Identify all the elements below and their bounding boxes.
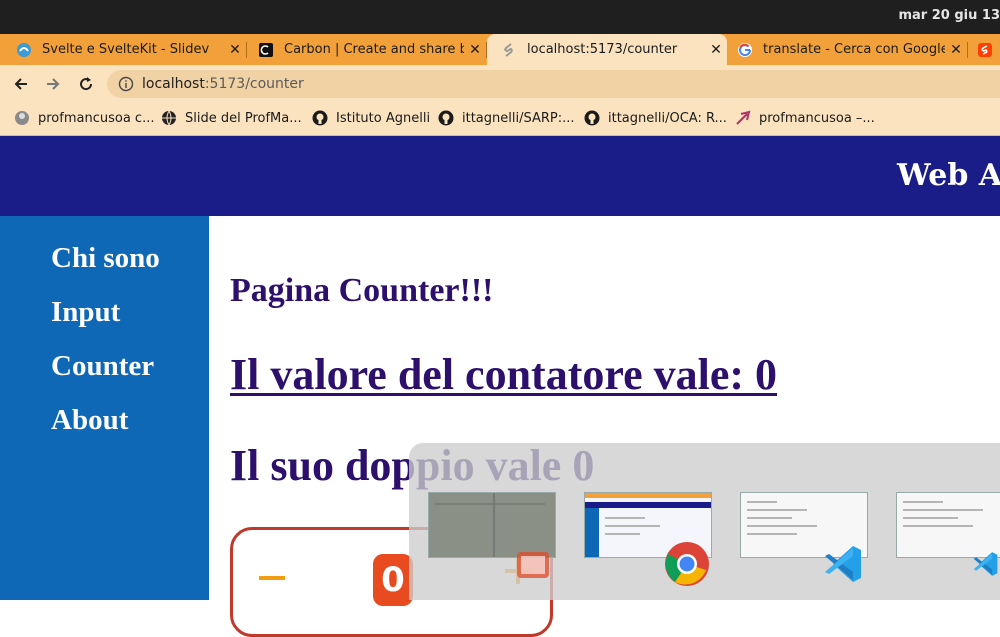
url-text: localhost:5173/counter — [142, 76, 304, 92]
github-icon — [584, 110, 600, 126]
nav-link-counter[interactable]: Counter — [51, 350, 154, 383]
bookmark-label: profmancusoa –... — [759, 110, 875, 126]
tab-title: translate - Cerca con Google — [763, 42, 945, 57]
decrement-button[interactable] — [259, 576, 285, 580]
ubuntu-app-icon — [509, 540, 557, 588]
window-switcher — [409, 443, 1000, 600]
tab-counter-active[interactable]: localhost:5173/counter ✕ — [487, 34, 727, 65]
bookmark-label: Istituto Agnelli — [336, 110, 431, 126]
forward-icon[interactable] — [42, 73, 64, 95]
counter-display: 0 — [373, 554, 413, 606]
bookmarks-bar: profmancusoa c... Slide del ProfMa... Is… — [0, 102, 1000, 136]
os-clock[interactable]: mar 20 giu 13 — [898, 8, 1000, 23]
tab-strip: Svelte e SvelteKit - Slidev ✕ Carbon | C… — [0, 34, 1000, 65]
tab-title: Carbon | Create and share beautiful — [284, 42, 464, 57]
close-icon[interactable]: ✕ — [945, 42, 967, 58]
close-icon[interactable]: ✕ — [705, 42, 727, 58]
close-icon[interactable]: ✕ — [464, 42, 486, 58]
feather-icon — [735, 110, 751, 126]
bookmark-label: profmancusoa c... — [38, 110, 155, 126]
nav-link-about[interactable]: About — [51, 404, 128, 437]
bookmark-profmancusoa[interactable]: profmancusoa c... — [14, 110, 154, 126]
browser-toolbar: localhost:5173/counter — [0, 65, 1000, 102]
avatar-icon — [14, 110, 30, 126]
github-icon — [438, 110, 454, 126]
site-sidebar: Chi sono Input Counter About — [0, 216, 209, 600]
bookmark-label: Slide del ProfMa... — [185, 110, 302, 126]
globe-icon — [161, 110, 177, 126]
bookmark-sarp[interactable]: ittagnelli/SARP:... — [438, 110, 575, 126]
site-header: Web Ap — [0, 136, 1000, 216]
vscode-icon — [819, 540, 867, 588]
tab-svelte-partial[interactable] — [975, 34, 1000, 65]
tab-google[interactable]: translate - Cerca con Google ✕ — [727, 34, 968, 65]
counter-value-text: Il valore del contatore vale: 0 — [230, 350, 778, 399]
github-icon — [312, 110, 328, 126]
google-icon — [737, 42, 753, 58]
close-icon[interactable]: ✕ — [224, 42, 246, 58]
vscode-icon — [971, 540, 1000, 588]
info-icon[interactable] — [118, 76, 134, 92]
nav-link-input[interactable]: Input — [51, 296, 120, 329]
carbon-icon — [258, 42, 274, 58]
bookmark-oca[interactable]: ittagnelli/OCA: R... — [584, 110, 727, 126]
back-icon[interactable] — [10, 73, 32, 95]
tab-title: Svelte e SvelteKit - Slidev — [42, 42, 210, 57]
tab-title: localhost:5173/counter — [527, 42, 678, 57]
bookmark-slide[interactable]: Slide del ProfMa... — [161, 110, 302, 126]
bookmark-label: ittagnelli/SARP:... — [462, 110, 575, 126]
svelte-icon — [501, 42, 517, 58]
tab-carbon[interactable]: Carbon | Create and share beautiful ✕ — [246, 34, 487, 65]
bookmark-label: ittagnelli/OCA: R... — [608, 110, 727, 126]
reload-icon[interactable] — [75, 73, 97, 95]
os-top-bar: mar 20 giu 13 — [0, 0, 1000, 34]
url-host: localhost — [142, 76, 205, 92]
nav-link-chi-sono[interactable]: Chi sono — [51, 242, 160, 275]
bookmark-istituto[interactable]: Istituto Agnelli — [312, 110, 430, 126]
chrome-icon — [663, 540, 711, 588]
url-path: :5173/counter — [204, 76, 304, 92]
bookmark-profmancusoa-2[interactable]: profmancusoa –... — [735, 110, 875, 126]
slidev-icon — [16, 42, 32, 58]
tab-slidev[interactable]: Svelte e SvelteKit - Slidev ✕ — [0, 34, 247, 65]
page-title: Pagina Counter!!! — [230, 272, 494, 309]
svelte-icon — [977, 42, 993, 58]
address-bar[interactable]: localhost:5173/counter — [107, 70, 1000, 98]
site-title: Web Ap — [897, 158, 1000, 193]
